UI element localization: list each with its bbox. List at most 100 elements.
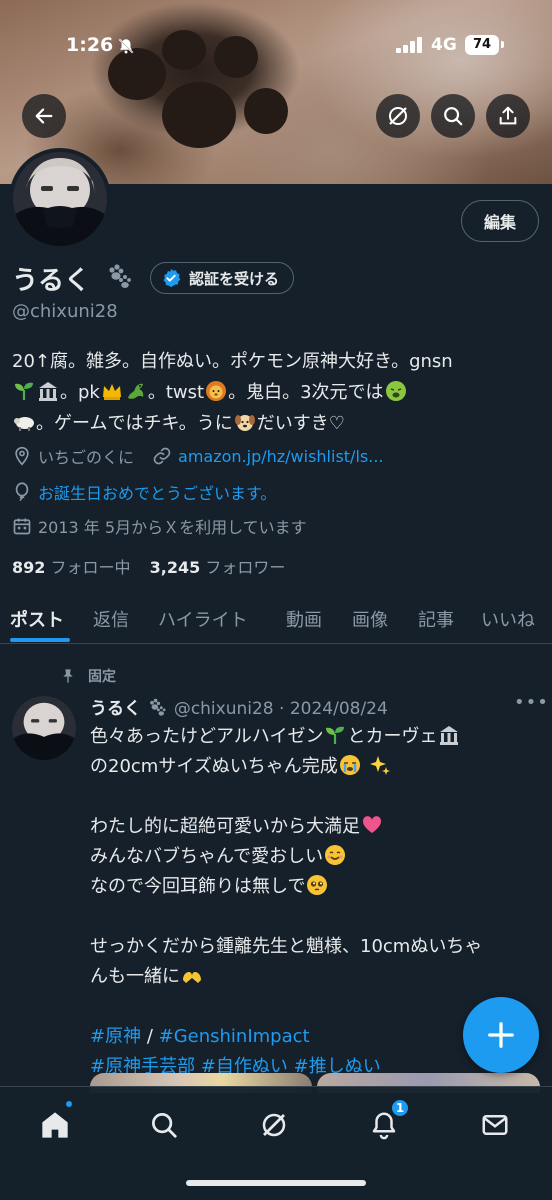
share-button[interactable] — [486, 94, 530, 138]
followers-link[interactable]: 3,245 フォロワー — [150, 558, 286, 577]
grok-button[interactable] — [376, 94, 420, 138]
tab-replies[interactable]: 返信 — [93, 606, 129, 632]
grok-icon — [389, 107, 407, 125]
bio-line-2a: 。pk — [60, 382, 100, 403]
tab-likes[interactable]: いいね — [481, 606, 535, 632]
share-icon — [499, 106, 517, 125]
following-count: 892 — [12, 558, 46, 577]
seedling-emoji-icon — [324, 724, 346, 746]
compose-button[interactable] — [463, 997, 539, 1073]
profile-website-link[interactable]: amazon.jp/hz/wishlist/ls... — [178, 447, 383, 466]
smiling-face-emoji-icon — [324, 844, 346, 866]
dog-face-emoji-icon — [234, 411, 256, 433]
hashtag-link[interactable]: #原神 — [90, 1026, 141, 1047]
profile-name: うるく — [12, 266, 91, 296]
profile-birthday: お誕生日おめでとうございます。 — [38, 484, 277, 503]
post-line: とカーヴェ — [347, 726, 438, 747]
bio-line-3b: だいすき♡ — [256, 413, 345, 434]
profile-meta-birthday: お誕生日おめでとうございます。 — [12, 480, 276, 504]
nav-search[interactable] — [144, 1105, 184, 1145]
classical-building-emoji-icon — [438, 724, 460, 746]
heart-hands-emoji-icon — [181, 964, 203, 986]
tab-videos[interactable]: 動画 — [286, 606, 322, 632]
search-button[interactable] — [431, 94, 475, 138]
lion-emoji-icon — [205, 380, 227, 402]
sparkles-emoji-icon — [369, 754, 391, 776]
nav-grok[interactable] — [254, 1105, 294, 1145]
search-icon — [152, 1113, 177, 1138]
network-type: 4G — [431, 35, 457, 55]
edit-profile-button[interactable]: 編集 — [461, 200, 539, 242]
profile-avatar[interactable] — [9, 148, 111, 250]
classical-building-emoji-icon — [37, 380, 59, 402]
crying-face-emoji-icon — [339, 754, 361, 776]
home-icon — [42, 1112, 68, 1138]
verify-label: 認証を受ける — [189, 269, 280, 288]
status-time: 1:26 — [66, 34, 114, 56]
post-handle-date: @chixuni28 · 2024/08/24 — [173, 699, 388, 719]
profile-joined-date: 2013 年 5月からＸを利用しています — [38, 518, 307, 537]
paw-prints-icon — [104, 262, 134, 294]
follow-stats: 892 フォロー中 3,245 フォロワー — [12, 554, 285, 578]
post-header: うるく @chixuni28 · 2024/08/24 — [90, 694, 388, 719]
grok-icon — [262, 1113, 286, 1137]
heart-emoji-icon — [361, 814, 383, 836]
bio-line-3a: 。ゲームではチキ。うに — [36, 413, 233, 434]
hashtag-separator: / — [141, 1026, 159, 1047]
bio-line-1: 20↑腐。雑多。自作ぬい。ポケモン原神大好き。gnsn — [12, 351, 453, 372]
post-line: わたし的に超絶可愛いから大満足 — [90, 816, 360, 837]
verified-badge-icon — [163, 268, 181, 288]
profile-handle: @chixuni28 — [12, 301, 118, 322]
pinned-indicator: 固定 — [60, 666, 116, 686]
post-author-avatar[interactable] — [12, 696, 76, 760]
battery-level: 74 — [465, 35, 499, 55]
post-line: の20cmサイズぬいちゃん完成 — [90, 756, 338, 777]
bell-muted-icon — [117, 37, 135, 59]
calendar-icon — [13, 518, 31, 535]
nav-messages[interactable] — [475, 1105, 515, 1145]
profile-meta-location-website: いちごのくに amazon.jp/hz/wishlist/ls... — [12, 444, 383, 468]
bio-line-2c: 。鬼白。3次元では — [228, 382, 384, 403]
notification-badge: 1 — [390, 1098, 410, 1118]
profile-bio: 20↑腐。雑多。自作ぬい。ポケモン原神大好き。gnsn 。pk 。twst 。鬼白。… — [12, 346, 542, 439]
balloon-icon — [15, 482, 29, 501]
nav-home[interactable] — [35, 1105, 75, 1145]
status-bar: 1:26 4G 74 — [0, 34, 552, 58]
home-unread-dot — [66, 1101, 72, 1107]
pinned-label: 固定 — [88, 669, 116, 685]
hashtag-link[interactable]: #GenshinImpact — [159, 1026, 310, 1047]
pin-icon — [63, 669, 73, 683]
tab-highlights[interactable]: ハイライト — [158, 606, 248, 632]
back-button[interactable] — [22, 94, 66, 138]
post-line: せっかくだから鍾離先生と魈様、10cmぬいちゃ — [90, 936, 483, 957]
pleading-face-emoji-icon — [306, 874, 328, 896]
post-author-name[interactable]: うるく — [90, 699, 141, 719]
tab-images[interactable]: 画像 — [352, 606, 388, 632]
following-label: フォロー中 — [50, 558, 131, 577]
nauseated-face-emoji-icon — [385, 380, 407, 402]
plus-icon — [488, 1022, 514, 1048]
bio-line-2b: 。twst — [147, 382, 205, 403]
post-more-icon[interactable]: ••• — [514, 692, 549, 713]
profile-location: いちごのくに — [38, 448, 135, 467]
home-indicator — [186, 1180, 366, 1186]
active-tab-indicator — [10, 638, 70, 642]
profile-tabs: ポスト 返信 ハイライト 動画 画像 記事 いいね — [0, 598, 552, 644]
following-link[interactable]: 892 フォロー中 — [12, 558, 131, 577]
post-line: なので今回耳飾りは無しで — [90, 876, 306, 897]
mail-icon — [482, 1115, 508, 1135]
paw-pad-main — [162, 82, 236, 148]
link-icon — [153, 447, 171, 465]
ram-emoji-icon — [13, 411, 35, 433]
verify-button[interactable]: 認証を受ける — [150, 262, 295, 294]
post-line: んも一緒に — [90, 966, 180, 987]
post-line: みんなバブちゃんで愛おしい — [90, 846, 324, 867]
post-line: 色々あったけどアルハイゼン — [90, 726, 324, 747]
profile-meta-joined: 2013 年 5月からＸを利用しています — [12, 514, 307, 538]
tab-posts[interactable]: ポスト — [10, 606, 64, 632]
followers-label: フォロワー — [205, 558, 286, 577]
paw-toe — [244, 88, 288, 134]
tab-articles[interactable]: 記事 — [418, 606, 454, 632]
search-icon — [444, 107, 463, 126]
signal-icon — [396, 37, 424, 57]
